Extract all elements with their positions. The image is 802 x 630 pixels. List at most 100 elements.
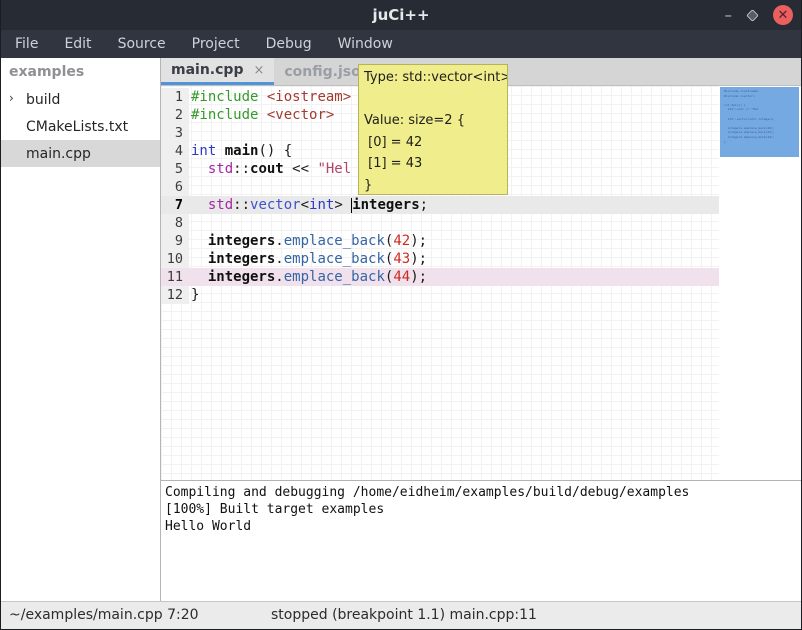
menu-item-source[interactable]: Source [105,30,179,58]
code-token: . [275,269,283,285]
sidebar-item-label: build [26,92,60,108]
window-controls: – ✕ [725,0,794,30]
close-button[interactable]: ✕ [773,5,793,25]
code-line[interactable]: 12} [161,286,719,304]
code-token: > [334,197,351,213]
minimize-button[interactable]: – [725,10,733,20]
line-number: 8 [161,214,189,232]
code-line-text: std::vector<int> integers; [189,196,428,214]
code-line-text: integers.emplace_back(43); [189,250,427,268]
code-token: } [191,287,199,303]
code-line-text: integers.emplace_back(44); [189,268,427,286]
output-line: [100%] Built target examples [165,501,801,518]
code-token: <iostream> [267,89,351,105]
code-line-text: int main() { [189,142,292,160]
project-name: examples [1,58,160,86]
code-line-text: #include <iostream> [189,88,351,106]
title-bar[interactable]: juCi++ – ✕ [1,0,801,30]
code-line[interactable]: 9 integers.emplace_back(42); [161,232,719,250]
code-token: :: [233,197,250,213]
menu-item-debug[interactable]: Debug [253,30,325,58]
sidebar-item-main-cpp[interactable]: main.cpp [1,140,160,167]
code-line[interactable]: 8 [161,214,719,232]
line-number: 10 [161,250,189,268]
code-line-text [189,178,191,196]
code-line[interactable]: 11 integers.emplace_back(44); [161,268,719,286]
minimap-viewport[interactable]: #include <iostream> #include <vector> in… [720,87,799,157]
menu-item-edit[interactable]: Edit [51,30,104,58]
line-number: 3 [161,124,189,142]
chevron-right-icon[interactable]: › [9,91,14,105]
tooltip-line: } [364,175,502,196]
code-token: <vector> [267,107,334,123]
menu-bar: FileEditSourceProjectDebugWindow [1,30,801,58]
line-number: 11 [161,268,189,286]
code-token: < [301,197,309,213]
app-window: juCi++ – ✕ FileEditSourceProjectDebugWin… [0,0,802,630]
status-bar: ~/examples/main.cpp 7:20 stopped (breakp… [1,601,801,629]
line-number: 1 [161,88,189,106]
code-line[interactable]: 10 integers.emplace_back(43); [161,250,719,268]
line-number: 7 [161,196,189,214]
menu-item-file[interactable]: File [2,30,51,58]
minimap[interactable]: #include <iostream> #include <vector> in… [719,86,801,480]
code-token: std [208,161,233,177]
code-token [258,89,266,105]
sidebar-item-label: main.cpp [26,146,91,162]
code-token [191,161,208,177]
code-token: ); [410,269,427,285]
code-token: () { [258,143,292,159]
code-token: integers [352,197,419,213]
file-path-status: ~/examples/main.cpp 7:20 [9,607,199,623]
line-number: 2 [161,106,189,124]
code-token: ); [410,233,427,249]
tooltip-line: [0] = 42 [364,132,502,154]
code-line[interactable]: 7 std::vector<int> integers; [161,196,719,214]
sidebar-item-cmakelists-txt[interactable]: CMakeLists.txt [1,113,160,140]
debug-output-panel[interactable]: Compiling and debugging /home/eidheim/ex… [161,480,801,602]
debug-value-tooltip: Type: std::vector<int>Value: size=2 { [0… [358,64,508,195]
window-title: juCi++ [372,6,429,24]
code-token: 43 [393,251,410,267]
minimap-code-preview: #include <iostream> #include <vector> in… [720,87,799,144]
code-token [191,197,208,213]
restore-button[interactable] [746,9,759,22]
code-token: "Hel [317,161,351,177]
file-tree-sidebar: examples › build CMakeLists.txt main.cpp [1,58,161,602]
code-token [216,143,224,159]
line-number: 4 [161,142,189,160]
code-token: << [284,161,318,177]
code-line-text: integers.emplace_back(42); [189,232,427,250]
code-token: int [191,143,216,159]
menu-item-window[interactable]: Window [325,30,406,58]
code-line-text: } [189,286,199,304]
code-token: . [275,251,283,267]
tab-close-icon[interactable]: × [253,63,264,78]
code-token [191,269,208,285]
code-token: ); [410,251,427,267]
code-token: #include [191,89,258,105]
code-token: :: [233,161,250,177]
code-token [191,233,208,249]
main-column: main.cpp×config.json 1#include <iostream… [161,58,801,602]
code-token: #include [191,107,258,123]
code-token: emplace_back [284,269,385,285]
sidebar-item-build[interactable]: › build [1,86,160,113]
code-token: integers [208,251,275,267]
tab-main-cpp[interactable]: main.cpp× [161,58,274,85]
code-line-text [189,124,191,142]
code-token [191,251,208,267]
line-number: 12 [161,286,189,304]
tooltip-line [364,89,502,111]
tooltip-line: [1] = 43 [364,153,502,175]
window-body: examples › build CMakeLists.txt main.cpp ma… [1,58,801,602]
code-line-text [189,214,191,232]
line-number: 9 [161,232,189,250]
code-token: main [225,143,259,159]
code-token: integers [208,233,275,249]
code-token: 44 [393,269,410,285]
output-line: Hello World [165,518,801,535]
code-token: 42 [393,233,410,249]
sidebar-item-label: CMakeLists.txt [26,119,128,135]
menu-item-project[interactable]: Project [179,30,253,58]
